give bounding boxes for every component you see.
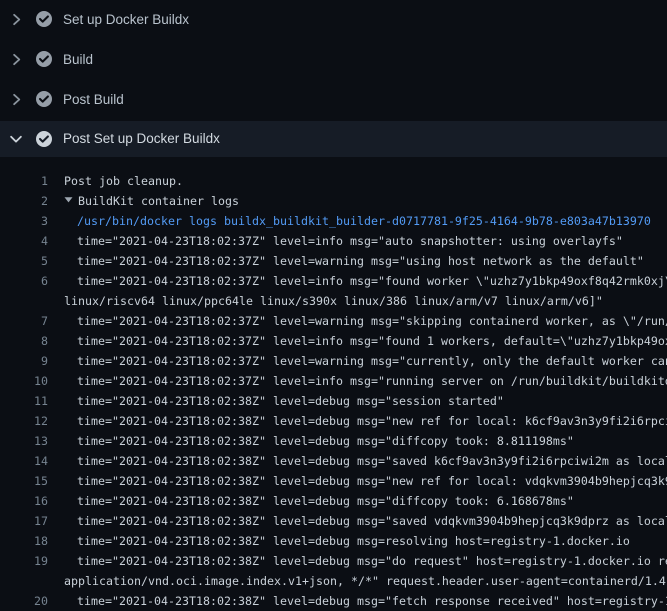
chevron-right-icon — [8, 51, 24, 67]
log-line-number[interactable]: 14 — [0, 451, 48, 471]
log-group-label[interactable]: BuildKit container logs — [78, 194, 239, 208]
log-line-text: time="2021-04-23T18:02:38Z" level=debug … — [77, 431, 667, 451]
step-row-build[interactable]: Build — [0, 40, 667, 80]
log-line-20: 20 time="2021-04-23T18:02:38Z" level=debu… — [0, 591, 667, 611]
log-line-continuation: linux/riscv64 linux/ppc64le linux/s390x … — [0, 291, 667, 311]
step-title: Post Set up Docker Buildx — [63, 131, 220, 146]
step-status — [36, 51, 52, 67]
step-expander[interactable] — [8, 91, 24, 107]
log-line-4: 4 time="2021-04-23T18:02:37Z" level=info … — [0, 231, 667, 251]
step-row-post-set-up-docker-buildx[interactable]: Post Set up Docker Buildx — [0, 121, 667, 157]
log-line-text: time="2021-04-23T18:02:37Z" level=info m… — [77, 271, 667, 291]
log-line-text: time="2021-04-23T18:02:37Z" level=info m… — [77, 371, 667, 391]
log-line-10: 10 time="2021-04-23T18:02:37Z" level=info… — [0, 371, 667, 391]
check-circle-icon — [36, 11, 52, 27]
log-line-1: 1 Post job cleanup. — [0, 171, 667, 191]
log-line-text: time="2021-04-23T18:02:38Z" level=debug … — [77, 491, 667, 511]
chevron-right-icon — [8, 91, 24, 107]
log-line-number[interactable]: 5 — [0, 251, 48, 271]
chevron-right-icon — [8, 11, 24, 27]
log-line-text: time="2021-04-23T18:02:37Z" level=warnin… — [77, 311, 667, 331]
step-row-set-up-docker-buildx[interactable]: Set up Docker Buildx — [0, 0, 667, 40]
log-line-text: application/vnd.oci.image.index.v1+json,… — [64, 571, 667, 591]
check-circle-icon — [36, 91, 52, 107]
log-line-13: 13 time="2021-04-23T18:02:38Z" level=debu… — [0, 431, 667, 451]
log-line-9: 9 time="2021-04-23T18:02:37Z" level=warni… — [0, 351, 667, 371]
log-line-text: time="2021-04-23T18:02:37Z" level=warnin… — [77, 251, 667, 271]
log-line-text: time="2021-04-23T18:02:38Z" level=debug … — [77, 411, 667, 431]
log-line-number[interactable]: 16 — [0, 491, 48, 511]
log-line-text: time="2021-04-23T18:02:38Z" level=debug … — [77, 391, 667, 411]
log-line-text: time="2021-04-23T18:02:38Z" level=debug … — [77, 531, 667, 551]
step-title: Post Build — [63, 92, 124, 107]
log-line-number[interactable]: 4 — [0, 231, 48, 251]
step-status — [36, 91, 52, 107]
log-line-11: 11 time="2021-04-23T18:02:38Z" level=debu… — [0, 391, 667, 411]
log-line-text: linux/riscv64 linux/ppc64le linux/s390x … — [64, 291, 667, 311]
step-expander[interactable] — [8, 51, 24, 67]
log-line-number[interactable]: 20 — [0, 591, 48, 611]
log-line-14: 14 time="2021-04-23T18:02:38Z" level=debu… — [0, 451, 667, 471]
log-line-text: time="2021-04-23T18:02:37Z" level=info m… — [77, 231, 667, 251]
log-line-3: 3/usr/bin/docker logs buildx_buildkit_bu… — [0, 211, 667, 231]
log-line-number[interactable]: 2 — [0, 191, 48, 211]
log-line-text: Post job cleanup. — [64, 171, 667, 191]
group-caret-icon[interactable] — [64, 196, 73, 203]
log-line-17: 17 time="2021-04-23T18:02:38Z" level=debu… — [0, 511, 667, 531]
log-line-15: 15 time="2021-04-23T18:02:38Z" level=debu… — [0, 471, 667, 491]
log-line-number[interactable]: 1 — [0, 171, 48, 191]
log-line-number[interactable]: 17 — [0, 511, 48, 531]
log-line-number[interactable]: 8 — [0, 331, 48, 351]
log-line-number[interactable]: 15 — [0, 471, 48, 491]
log-line-number[interactable]: 3 — [0, 211, 48, 231]
log-line-number[interactable]: 12 — [0, 411, 48, 431]
step-title: Build — [63, 52, 93, 67]
log-line-text: time="2021-04-23T18:02:38Z" level=debug … — [77, 471, 667, 491]
log-line-16: 16 time="2021-04-23T18:02:38Z" level=debu… — [0, 491, 667, 511]
workflow-steps-list: Set up Docker Buildx Build Post Build Post … — [0, 0, 667, 157]
log-panel: 1 Post job cleanup. 2 BuildKit container lo… — [0, 157, 667, 611]
check-circle-icon — [36, 131, 52, 147]
log-line-number[interactable]: 18 — [0, 531, 48, 551]
log-line-text: time="2021-04-23T18:02:38Z" level=debug … — [77, 551, 667, 571]
log-line-19: 19 time="2021-04-23T18:02:38Z" level=debu… — [0, 551, 667, 571]
log-line-number[interactable]: 13 — [0, 431, 48, 451]
step-status — [36, 11, 52, 27]
step-expander[interactable] — [8, 11, 24, 27]
log-line-text: time="2021-04-23T18:02:38Z" level=debug … — [77, 451, 667, 471]
step-expander[interactable] — [8, 131, 24, 147]
log-line-text: time="2021-04-23T18:02:37Z" level=info m… — [77, 331, 667, 351]
log-line-number[interactable]: 7 — [0, 311, 48, 331]
log-line-text: time="2021-04-23T18:02:38Z" level=debug … — [77, 591, 667, 611]
check-circle-icon — [36, 51, 52, 67]
log-command-text: /usr/bin/docker logs buildx_buildkit_bui… — [77, 211, 667, 231]
log-line-text: time="2021-04-23T18:02:37Z" level=warnin… — [77, 351, 667, 371]
log-line-continuation: application/vnd.oci.image.index.v1+json,… — [0, 571, 667, 591]
log-line-5: 5 time="2021-04-23T18:02:37Z" level=warni… — [0, 251, 667, 271]
step-status — [36, 131, 52, 147]
log-line-number[interactable]: 6 — [0, 271, 48, 291]
log-line-8: 8 time="2021-04-23T18:02:37Z" level=info … — [0, 331, 667, 351]
log-line-2: 2 BuildKit container logs — [0, 191, 667, 211]
log-line-text[interactable]: BuildKit container logs — [64, 191, 667, 211]
log-line-number[interactable]: 10 — [0, 371, 48, 391]
step-title: Set up Docker Buildx — [63, 12, 189, 27]
log-line-number[interactable]: 11 — [0, 391, 48, 411]
log-line-text: time="2021-04-23T18:02:38Z" level=debug … — [77, 511, 667, 531]
log-line-12: 12 time="2021-04-23T18:02:38Z" level=debu… — [0, 411, 667, 431]
chevron-down-icon — [8, 131, 24, 147]
log-line-7: 7 time="2021-04-23T18:02:37Z" level=warni… — [0, 311, 667, 331]
log-line-number[interactable]: 19 — [0, 551, 48, 571]
step-row-post-build[interactable]: Post Build — [0, 80, 667, 120]
log-line-18: 18 time="2021-04-23T18:02:38Z" level=debu… — [0, 531, 667, 551]
log-line-number[interactable]: 9 — [0, 351, 48, 371]
log-line-6: 6 time="2021-04-23T18:02:37Z" level=info … — [0, 271, 667, 291]
